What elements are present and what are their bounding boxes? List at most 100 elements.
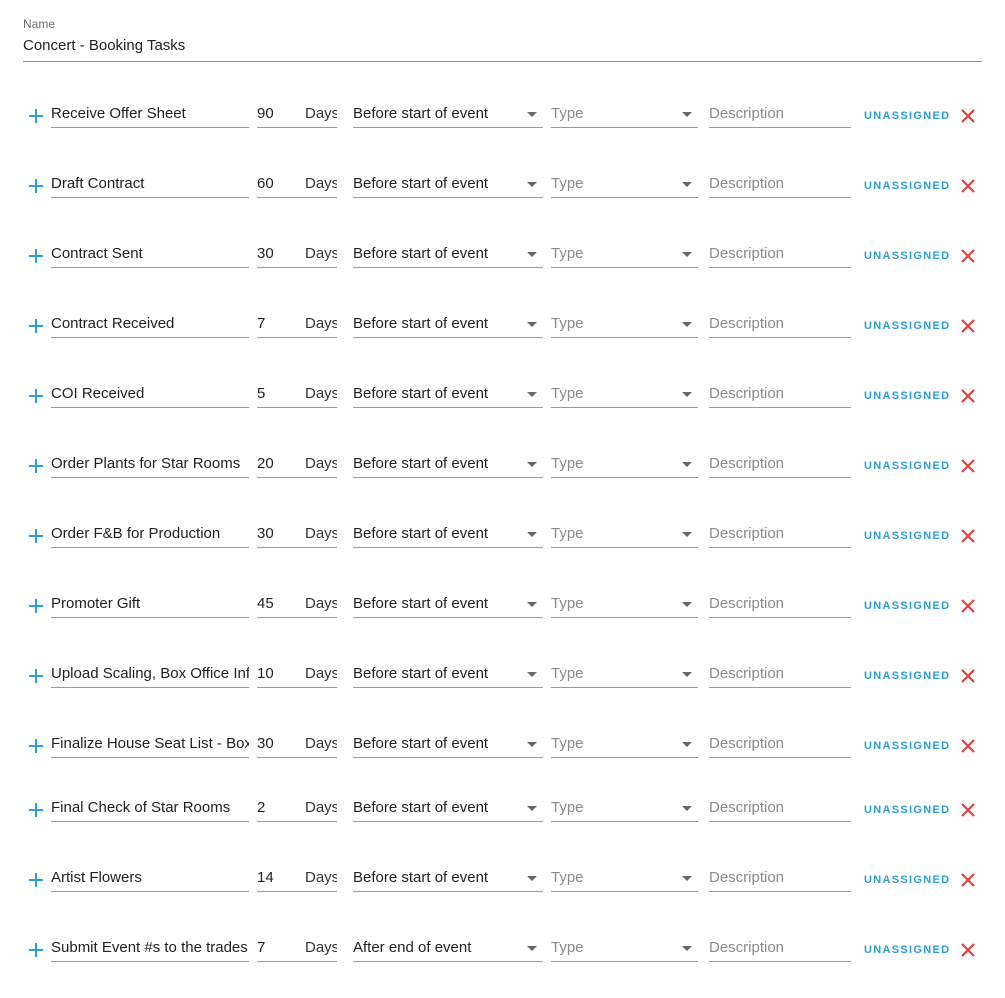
task-name-input[interactable]: Final Check of Star Rooms [51,796,249,822]
close-icon[interactable] [959,247,977,265]
timing-select[interactable]: Before start of event [353,522,543,548]
description-input[interactable]: Description [709,312,851,338]
plus-icon[interactable] [27,247,45,265]
timing-select[interactable]: Before start of event [353,452,543,478]
offset-days-input[interactable]: 60 Days [257,172,337,198]
type-select[interactable]: Type [551,592,698,618]
type-select[interactable]: Type [551,452,698,478]
close-icon[interactable] [959,387,977,405]
type-select[interactable]: Type [551,662,698,688]
description-input[interactable]: Description [709,452,851,478]
offset-days-input[interactable]: 7 Days [257,312,337,338]
assignee-button[interactable]: UNASSIGNED [864,942,950,958]
timing-select[interactable]: Before start of event [353,312,543,338]
task-name-input[interactable]: Contract Sent [51,242,249,268]
offset-days-input[interactable]: 30 Days [257,242,337,268]
plus-icon[interactable] [27,317,45,335]
type-select[interactable]: Type [551,242,698,268]
plus-icon[interactable] [27,387,45,405]
close-icon[interactable] [959,801,977,819]
offset-days-input[interactable]: 45 Days [257,592,337,618]
plus-icon[interactable] [27,871,45,889]
assignee-button[interactable]: UNASSIGNED [864,178,950,194]
description-input[interactable]: Description [709,796,851,822]
plus-icon[interactable] [27,107,45,125]
offset-days-input[interactable]: 7 Days [257,936,337,962]
type-select[interactable]: Type [551,866,698,892]
plus-icon[interactable] [27,801,45,819]
close-icon[interactable] [959,871,977,889]
close-icon[interactable] [959,667,977,685]
plus-icon[interactable] [27,177,45,195]
assignee-button[interactable]: UNASSIGNED [864,318,950,334]
offset-days-input[interactable]: 20 Days [257,452,337,478]
close-icon[interactable] [959,597,977,615]
description-input[interactable]: Description [709,522,851,548]
timing-select[interactable]: Before start of event [353,796,543,822]
timing-select[interactable]: Before start of event [353,382,543,408]
timing-select[interactable]: Before start of event [353,866,543,892]
type-select[interactable]: Type [551,172,698,198]
type-select[interactable]: Type [551,312,698,338]
plus-icon[interactable] [27,457,45,475]
plus-icon[interactable] [27,667,45,685]
offset-days-input[interactable]: 5 Days [257,382,337,408]
assignee-button[interactable]: UNASSIGNED [864,738,950,754]
offset-days-input[interactable]: 2 Days [257,796,337,822]
timing-select[interactable]: Before start of event [353,732,543,758]
close-icon[interactable] [959,527,977,545]
description-input[interactable]: Description [709,102,851,128]
description-input[interactable]: Description [709,242,851,268]
task-name-input[interactable]: Contract Received [51,312,249,338]
plus-icon[interactable] [27,597,45,615]
timing-select[interactable]: Before start of event [353,592,543,618]
offset-days-input[interactable]: 30 Days [257,522,337,548]
description-input[interactable]: Description [709,382,851,408]
task-name-input[interactable]: Submit Event #s to the trades [51,936,249,962]
plus-icon[interactable] [27,941,45,959]
assignee-button[interactable]: UNASSIGNED [864,108,950,124]
task-name-input[interactable]: COI Received [51,382,249,408]
description-input[interactable]: Description [709,866,851,892]
task-name-input[interactable]: Finalize House Seat List - Box Office [51,732,249,758]
close-icon[interactable] [959,177,977,195]
description-input[interactable]: Description [709,732,851,758]
timing-select[interactable]: Before start of event [353,172,543,198]
type-select[interactable]: Type [551,732,698,758]
offset-days-input[interactable]: 14 Days [257,866,337,892]
description-input[interactable]: Description [709,592,851,618]
task-name-input[interactable]: Draft Contract [51,172,249,198]
close-icon[interactable] [959,941,977,959]
timing-select[interactable]: Before start of event [353,662,543,688]
description-input[interactable]: Description [709,172,851,198]
type-select[interactable]: Type [551,102,698,128]
description-input[interactable]: Description [709,936,851,962]
timing-select[interactable]: After end of event [353,936,543,962]
task-name-input[interactable]: Order Plants for Star Rooms [51,452,249,478]
assignee-button[interactable]: UNASSIGNED [864,528,950,544]
timing-select[interactable]: Before start of event [353,242,543,268]
assignee-button[interactable]: UNASSIGNED [864,458,950,474]
task-name-input[interactable]: Artist Flowers [51,866,249,892]
name-input[interactable]: Concert - Booking Tasks [23,32,982,62]
offset-days-input[interactable]: 30 Days [257,732,337,758]
assignee-button[interactable]: UNASSIGNED [864,668,950,684]
description-input[interactable]: Description [709,662,851,688]
assignee-button[interactable]: UNASSIGNED [864,598,950,614]
offset-days-input[interactable]: 10 Days [257,662,337,688]
close-icon[interactable] [959,737,977,755]
task-name-input[interactable]: Upload Scaling, Box Office Info [51,662,249,688]
assignee-button[interactable]: UNASSIGNED [864,802,950,818]
assignee-button[interactable]: UNASSIGNED [864,872,950,888]
type-select[interactable]: Type [551,522,698,548]
type-select[interactable]: Type [551,936,698,962]
timing-select[interactable]: Before start of event [353,102,543,128]
close-icon[interactable] [959,107,977,125]
task-name-input[interactable]: Order F&B for Production [51,522,249,548]
task-name-input[interactable]: Promoter Gift [51,592,249,618]
assignee-button[interactable]: UNASSIGNED [864,388,950,404]
close-icon[interactable] [959,457,977,475]
assignee-button[interactable]: UNASSIGNED [864,248,950,264]
type-select[interactable]: Type [551,796,698,822]
type-select[interactable]: Type [551,382,698,408]
